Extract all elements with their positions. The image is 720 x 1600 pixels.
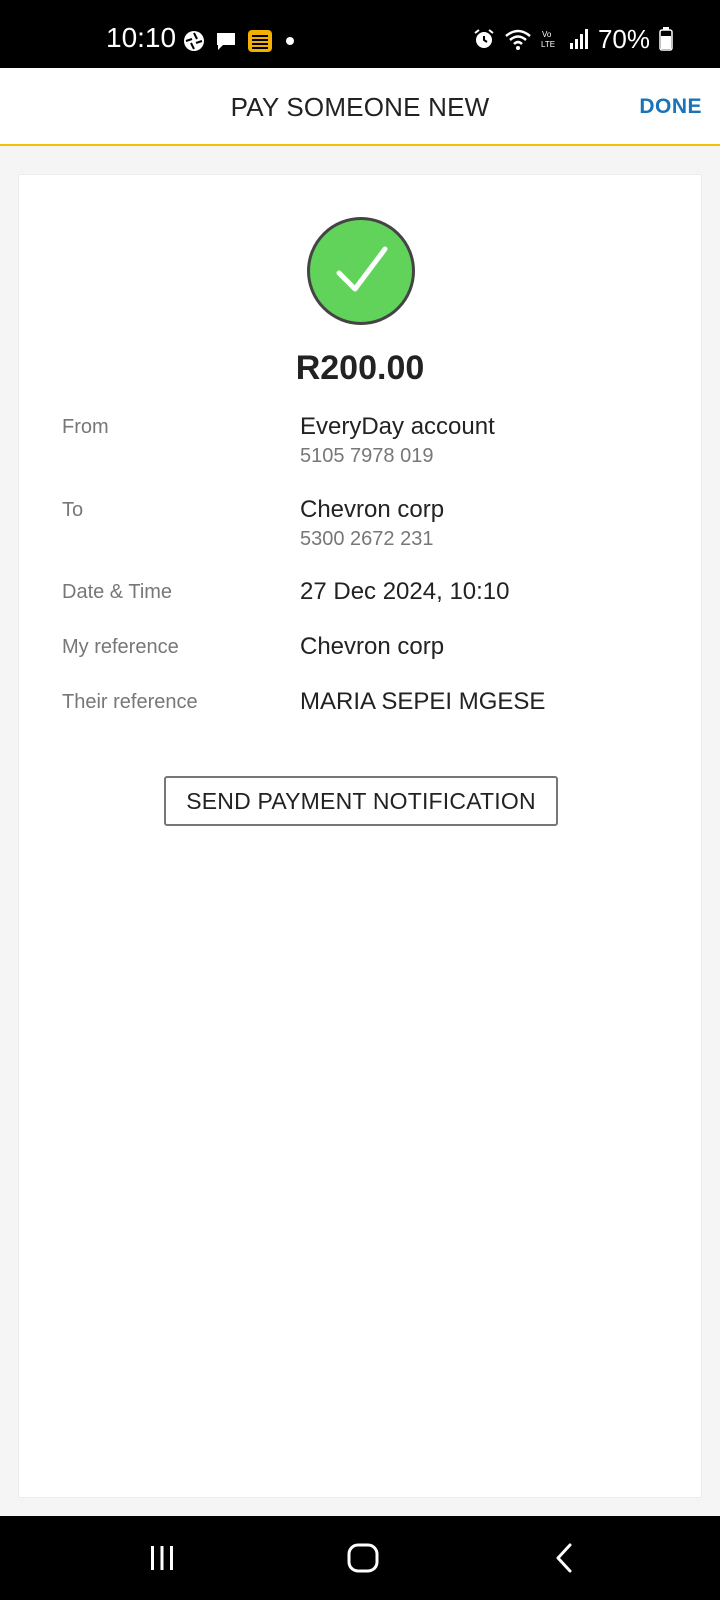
system-nav-bar [0, 1516, 720, 1600]
datetime-value: 27 Dec 2024, 10:10 [300, 578, 510, 605]
app-header: PAY SOMEONE NEW DONE [0, 68, 720, 146]
from-account-number: 5105 7978 019 [300, 445, 434, 467]
recent-apps-icon[interactable] [142, 1538, 182, 1578]
dot-icon [282, 33, 298, 49]
my-reference-label: My reference [62, 636, 179, 658]
svg-text:LTE: LTE [541, 40, 555, 49]
page-title: PAY SOMEONE NEW [230, 92, 490, 122]
bank-app-icon [246, 28, 274, 54]
to-label: To [62, 499, 84, 521]
datetime-label: Date & Time [62, 581, 173, 603]
to-value: Chevron corp [300, 496, 445, 523]
volte-icon: Vo LTE [540, 27, 560, 51]
checkmark-icon [307, 217, 415, 325]
aperture-icon [182, 29, 206, 53]
their-reference-value: MARIA SEPEI MGESE [300, 688, 546, 715]
back-icon[interactable] [545, 1538, 585, 1578]
home-icon[interactable] [343, 1538, 383, 1578]
my-reference-value: Chevron corp [300, 633, 445, 660]
send-payment-notification-button[interactable]: SEND PAYMENT NOTIFICATION [164, 776, 558, 826]
done-button[interactable]: DONE [639, 95, 702, 119]
system-icons: Vo LTE 70% [472, 24, 674, 54]
from-value: EveryDay account [300, 413, 495, 440]
wifi-icon [504, 27, 532, 51]
chat-bubble-icon [214, 29, 238, 53]
alarm-icon [472, 27, 496, 51]
payment-amount: R200.00 [295, 349, 425, 387]
battery-icon [658, 26, 674, 52]
signal-icon [568, 27, 590, 51]
to-account-number: 5300 2672 231 [300, 528, 434, 550]
status-time: 10:10 [106, 22, 177, 53]
their-reference-label: Their reference [62, 691, 198, 713]
payment-receipt-card: R200.00 From EveryDay account 5105 7978 … [18, 174, 702, 1498]
battery-percent: 70% [597, 24, 650, 54]
status-bar: 10:10 Vo LTE 70% [0, 0, 720, 68]
svg-text:Vo: Vo [542, 30, 552, 39]
notification-icons [182, 28, 298, 54]
from-label: From [62, 416, 109, 438]
